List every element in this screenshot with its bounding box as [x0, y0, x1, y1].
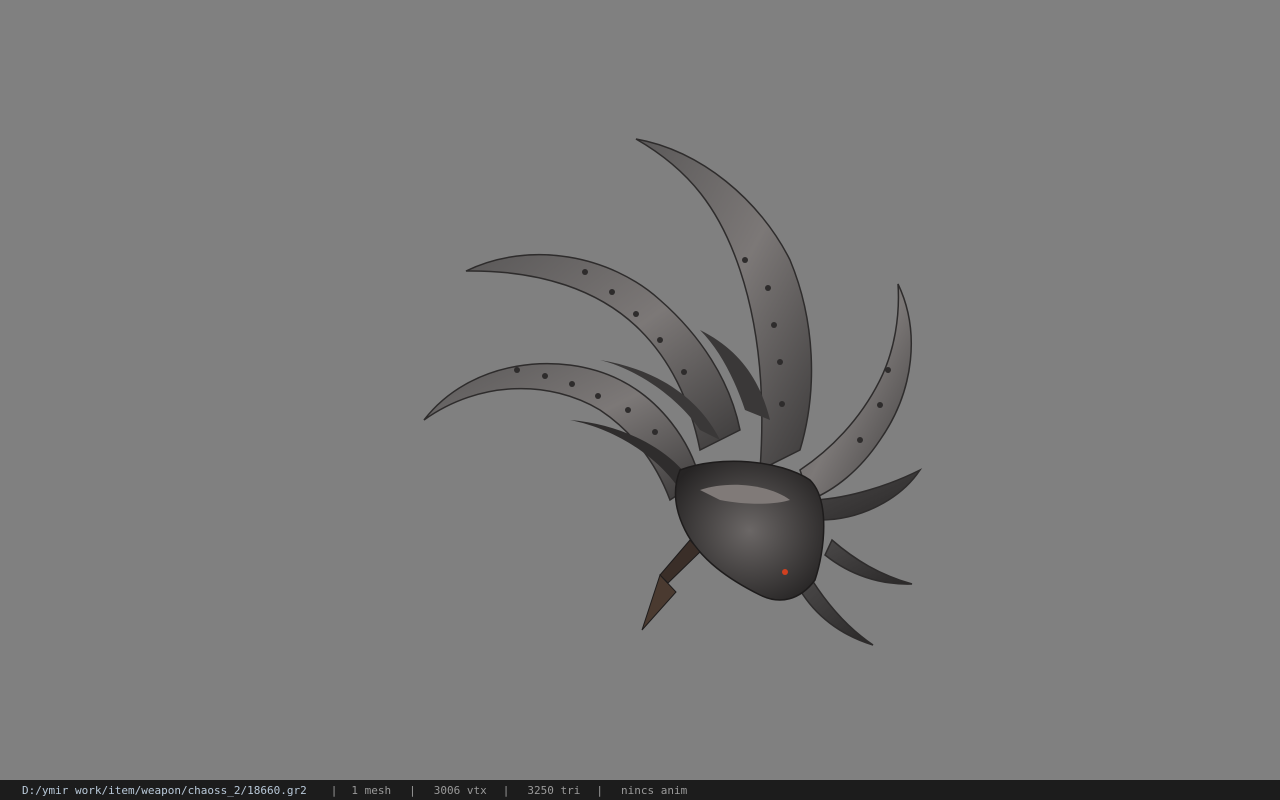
model-viewport[interactable]: [0, 0, 1280, 780]
triangle-count: 3250 tri: [527, 783, 581, 797]
file-path: D:/ymir work/item/weapon/chaoss_2/18660.…: [22, 783, 307, 797]
separator: |: [409, 783, 416, 797]
separator: |: [330, 783, 338, 797]
claw-weapon-model: [423, 138, 923, 646]
animation-status: nincs anim: [621, 783, 688, 797]
status-bar: D:/ymir work/item/weapon/chaoss_2/18660.…: [0, 780, 1280, 800]
separator: |: [502, 783, 510, 797]
separator: |: [596, 783, 603, 797]
vertex-count: 3006 vtx: [433, 783, 487, 797]
mesh-count: 1 mesh: [351, 783, 392, 797]
